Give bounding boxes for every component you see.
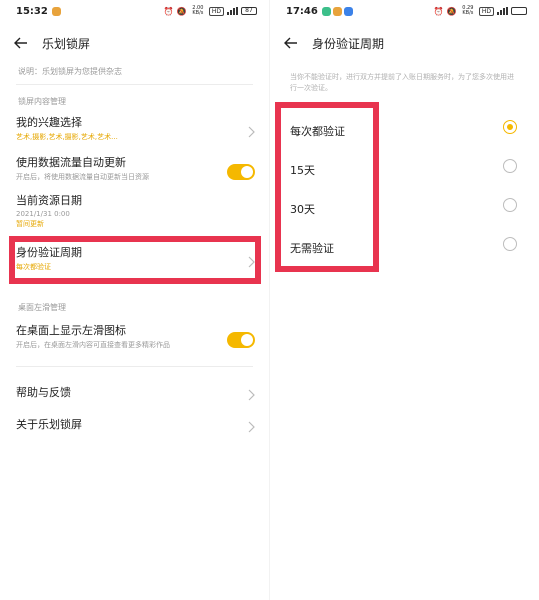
resource-date-value: 2021/1/31 0:00 xyxy=(16,210,70,218)
chevron-right-icon xyxy=(248,421,255,433)
desktop-icon-row[interactable]: 在桌面上显示左滑图标 开启后，在桌面左滑内容可直接查看更多精彩作品 xyxy=(16,324,255,356)
nav-bar: 身份验证周期 xyxy=(270,30,539,56)
right-screen: 17:46 ⏰ 🔕 0.29 KB/s HD 身份验证周期 当你不能验证时，进行… xyxy=(270,0,539,600)
row-title: 关于乐划锁屏 xyxy=(16,418,82,431)
notification-app-icon xyxy=(343,6,353,16)
hd-icon: HD xyxy=(478,6,494,16)
signal-icon xyxy=(227,7,238,15)
page-title: 身份验证周期 xyxy=(312,36,385,51)
status-bar: 17:46 ⏰ 🔕 0.29 KB/s HD xyxy=(270,0,539,22)
row-subtitle: 艺术,摄影,艺术,摄影,艺术,艺术... xyxy=(16,133,118,141)
chevron-right-icon xyxy=(248,126,255,138)
row-subtitle: 开启后，在桌面左滑内容可直接查看更多精彩作品 xyxy=(16,341,170,349)
network-speed: 2.00 KB/s xyxy=(192,5,204,16)
auto-update-row[interactable]: 使用数据流量自动更新 开启后，将使用数据流量自动更新当日资源 xyxy=(16,156,255,188)
update-now-link[interactable]: 暂间更新 xyxy=(16,219,255,229)
row-title: 帮助与反馈 xyxy=(16,386,71,399)
alarm-icon: ⏰ xyxy=(433,6,444,16)
row-title: 使用数据流量自动更新 xyxy=(16,156,126,169)
hd-icon: HD xyxy=(208,6,224,16)
left-screen: 15:32 ⏰ 🔕 2.00 KB/s HD 87 乐划锁屏 说明：乐划锁屏为您… xyxy=(0,0,269,600)
auto-update-toggle[interactable] xyxy=(227,164,255,180)
chevron-right-icon xyxy=(248,389,255,401)
row-subtitle: 开启后，将使用数据流量自动更新当日资源 xyxy=(16,173,149,181)
section-label-desktop: 桌面左滑管理 xyxy=(18,303,66,312)
row-title: 我的兴趣选择 xyxy=(16,116,82,129)
row-title: 在桌面上显示左滑图标 xyxy=(16,324,126,337)
section-label-content: 锁屏内容管理 xyxy=(18,97,66,106)
back-arrow-icon[interactable] xyxy=(14,36,30,50)
help-feedback-row[interactable]: 帮助与反馈 xyxy=(16,386,255,404)
status-time: 17:46 xyxy=(286,5,318,17)
notification-app-icon xyxy=(321,6,331,16)
row-title: 当前资源日期 xyxy=(16,194,82,207)
divider xyxy=(16,84,253,85)
interest-selection-row[interactable]: 我的兴趣选择 艺术,摄影,艺术,摄影,艺术,艺术... xyxy=(16,116,255,148)
notification-app-icon xyxy=(332,6,342,16)
nav-bar: 乐划锁屏 xyxy=(0,30,269,56)
status-time: 15:32 xyxy=(16,5,48,17)
signal-icon xyxy=(497,7,508,15)
radio-every-time[interactable] xyxy=(503,120,517,134)
desktop-icon-toggle[interactable] xyxy=(227,332,255,348)
highlight-box-auth-period xyxy=(9,236,261,284)
notification-app-icon xyxy=(51,6,61,16)
page-title: 乐划锁屏 xyxy=(42,36,91,51)
radio-no-verify[interactable] xyxy=(503,237,517,251)
back-arrow-icon[interactable] xyxy=(284,36,300,50)
highlight-box-options xyxy=(275,102,379,272)
description-text: 当你不能验证时，进行双方并提前了入账日期服务时，为了您多次使用进行一次验证。 xyxy=(290,73,514,92)
alarm-icon: ⏰ xyxy=(163,6,174,16)
about-row[interactable]: 关于乐划锁屏 xyxy=(16,418,255,436)
resource-date-row: 当前资源日期 2021/1/31 0:00 暂间更新 xyxy=(16,194,255,234)
network-speed: 0.29 KB/s xyxy=(462,5,474,16)
status-icons: ⏰ 🔕 0.29 KB/s HD xyxy=(434,6,527,16)
battery-icon xyxy=(511,7,527,15)
status-bar: 15:32 ⏰ 🔕 2.00 KB/s HD 87 xyxy=(0,0,269,22)
radio-30-days[interactable] xyxy=(503,198,517,212)
mute-icon: 🔕 xyxy=(176,6,187,16)
mute-icon: 🔕 xyxy=(446,6,457,16)
battery-icon: 87 xyxy=(241,7,257,15)
radio-15-days[interactable] xyxy=(503,159,517,173)
status-icons: ⏰ 🔕 2.00 KB/s HD 87 xyxy=(164,6,257,16)
description-text: 说明：乐划锁屏为您提供杂志 xyxy=(18,67,122,76)
divider xyxy=(16,366,253,367)
